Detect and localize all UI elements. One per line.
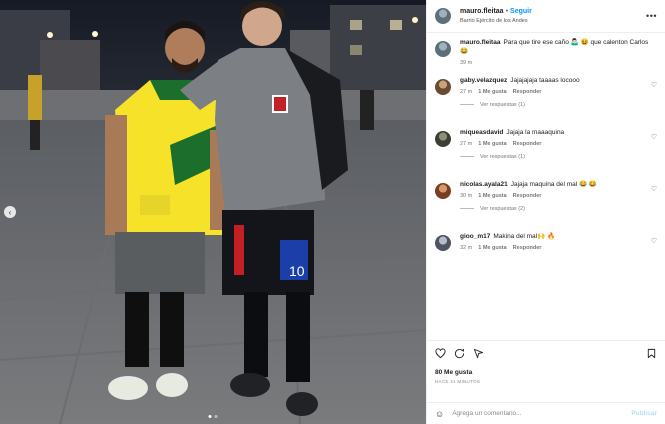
comment-time: 30 m [460,192,473,199]
caption: mauro.fleitaa Para que tire ese caño 🤷🏻‍♂… [435,39,657,77]
post-photo[interactable]: 10 ‹ [0,0,426,424]
heart-icon[interactable]: ♡ [651,185,657,193]
comment-time: 32 m [460,244,473,251]
post-time: HACE 41 MINUTOS [435,379,481,384]
post-details: mauro.fleitaa • Seguir Barrio Ejército d… [426,0,665,424]
comment-item: gaby.velazquez Jajajajaja taaaas locooo 2… [435,77,657,129]
chevron-left-icon: ‹ [8,207,12,217]
reply-button[interactable]: Responder [513,245,542,251]
view-replies-label: Ver respuestas (1) [480,153,525,160]
reply-button[interactable]: Responder [513,141,542,147]
view-replies-label: Ver respuestas (1) [480,101,525,108]
jersey-number: 10 [289,263,305,279]
previous-photo-button[interactable]: ‹ [4,206,16,218]
post-actions: 80 Me gusta HACE 41 MINUTOS [427,340,665,402]
comment-likes[interactable]: 1 Me gusta [478,141,506,147]
caption-username[interactable]: mauro.fleitaa [460,39,500,46]
comment-text: Jajajajaja taaaas locooo [510,77,580,84]
avatar[interactable] [435,131,451,147]
avatar[interactable] [435,41,451,57]
author-username[interactable]: mauro.fleitaa [460,8,504,16]
comment-item: nicolas.ayala21 Jajaja maquina del mal 😂 … [435,181,657,233]
heart-icon[interactable]: ♡ [651,133,657,141]
comment-username[interactable]: gioo_m17 [460,233,490,240]
comment-item: gioo_m17 Makina del mal🙌 🔥 32 m 1 Me gust… [435,233,657,273]
comment-username[interactable]: gaby.velazquez [460,77,507,84]
more-options-icon[interactable]: ••• [646,11,657,21]
avatar[interactable] [435,235,451,251]
location-link[interactable]: Barrio Ejército de los Andes [460,18,532,24]
view-replies-label: Ver respuestas (2) [480,205,525,212]
add-comment-bar: ☺ Publicar [427,402,665,424]
comment-text: Makina del mal🙌 🔥 [493,233,556,240]
photo-illustration: 10 [0,0,426,424]
instagram-post: 10 ‹ mauro.fleitaa • Seguir Barrio Ejérc… [0,0,665,424]
carousel-dot [214,415,218,418]
avatar[interactable] [435,8,451,24]
view-replies-button[interactable]: Ver respuestas (2) [460,206,657,212]
comment-likes[interactable]: 1 Me gusta [478,193,506,199]
publish-button[interactable]: Publicar [631,410,657,417]
comment-likes[interactable]: 1 Me gusta [478,89,506,95]
view-replies-button[interactable]: Ver respuestas (1) [460,102,657,108]
bookmark-icon[interactable] [646,348,657,359]
likes-count[interactable]: 80 Me gusta [435,369,657,376]
follow-button[interactable]: Seguir [510,8,532,16]
comment-likes[interactable]: 1 Me gusta [478,245,506,251]
heart-icon[interactable]: ♡ [651,81,657,89]
comment-time: 27 m [460,140,473,147]
comment-input[interactable] [452,410,632,417]
reply-button[interactable]: Responder [513,193,542,199]
heart-icon[interactable]: ♡ [651,237,657,245]
avatar[interactable] [435,79,451,95]
emoji-icon[interactable]: ☺ [435,409,444,419]
like-heart-icon[interactable] [435,347,446,359]
comment-icon[interactable] [454,348,465,359]
share-icon[interactable] [473,348,484,359]
avatar[interactable] [435,183,451,199]
comment-item: miqueasdavid Jajaja la maaaquina 27 m 1 M… [435,129,657,181]
caption-time: 39 m [460,59,473,66]
comment-text: Jajaja maquina del mal 😂 😂 [510,181,597,188]
reply-button[interactable]: Responder [513,89,542,95]
view-replies-button[interactable]: Ver respuestas (1) [460,154,657,160]
comment-text: Jajaja la maaaquina [506,129,565,136]
comment-username[interactable]: nicolas.ayala21 [460,181,508,188]
comments-list: mauro.fleitaa Para que tire ese caño 🤷🏻‍♂… [427,33,665,340]
comment-time: 27 m [460,88,473,95]
carousel-dot [208,415,212,418]
comment-username[interactable]: miqueasdavid [460,129,503,136]
post-header: mauro.fleitaa • Seguir Barrio Ejército d… [427,0,665,33]
separator: • [505,8,509,16]
carousel-indicator [208,415,218,418]
